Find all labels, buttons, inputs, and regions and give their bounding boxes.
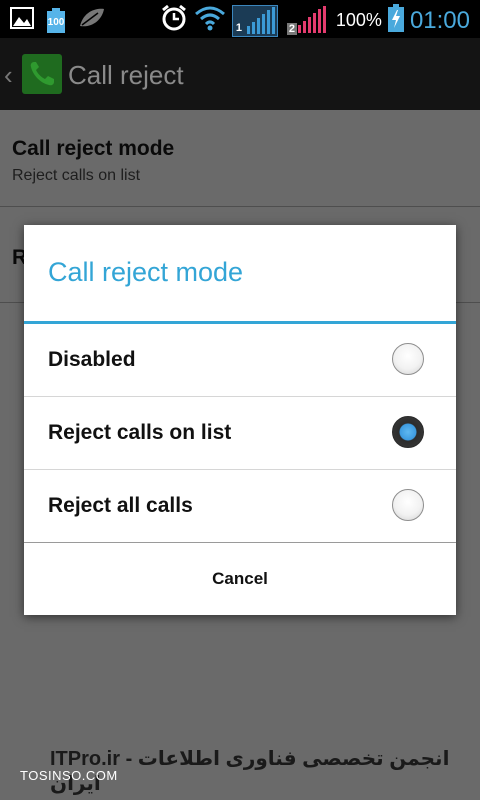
- sim1-signal-icon: 1: [231, 4, 278, 37]
- option-reject-all-calls[interactable]: Reject all calls: [24, 470, 456, 543]
- option-disabled[interactable]: Disabled: [24, 324, 456, 397]
- radio-button-selected[interactable]: [392, 416, 424, 448]
- list-divider: [0, 206, 480, 207]
- clock: 01:00: [409, 6, 470, 34]
- battery-notification-icon: 100: [46, 7, 66, 34]
- leaf-icon: [78, 6, 106, 35]
- battery-percent: 100%: [335, 10, 382, 30]
- sim2-signal-icon: 2: [284, 5, 330, 37]
- status-bar: 100 1 2 100% 01:00: [0, 0, 480, 38]
- settings-item-subtitle: Reject calls on list: [12, 167, 141, 184]
- cancel-button[interactable]: Cancel: [24, 543, 456, 615]
- page-title: Call reject: [68, 60, 184, 90]
- call-reject-mode-dialog: Call reject mode Disabled Reject calls o…: [24, 225, 456, 615]
- battery-charging-icon: [387, 4, 404, 37]
- action-bar: ‹ Call reject: [0, 38, 480, 110]
- option-label: Reject calls on list: [48, 421, 232, 444]
- wifi-icon: [194, 5, 226, 36]
- radio-button[interactable]: [392, 489, 424, 521]
- status-bar-right: 1 2 100% 01:00: [160, 4, 470, 37]
- phone-icon: [22, 54, 62, 94]
- option-label: Disabled: [48, 348, 136, 371]
- radio-button[interactable]: [392, 343, 424, 375]
- dialog-title: Call reject mode: [48, 257, 244, 287]
- dialog-button-bar: Cancel: [24, 542, 456, 615]
- chevron-left-icon[interactable]: ‹: [4, 60, 13, 91]
- option-reject-calls-on-list[interactable]: Reject calls on list: [24, 397, 456, 470]
- watermark-site: TOSINSO.COM: [20, 768, 118, 783]
- sim1-label: 1: [235, 21, 243, 34]
- settings-item-title: Call reject mode: [12, 137, 175, 160]
- option-label: Reject all calls: [48, 494, 193, 517]
- gallery-icon: [10, 6, 34, 35]
- status-bar-left: 100: [10, 6, 106, 35]
- sim2-label: 2: [286, 22, 298, 35]
- battery-level-text: 100: [47, 16, 65, 28]
- alarm-clock-icon: [160, 4, 188, 37]
